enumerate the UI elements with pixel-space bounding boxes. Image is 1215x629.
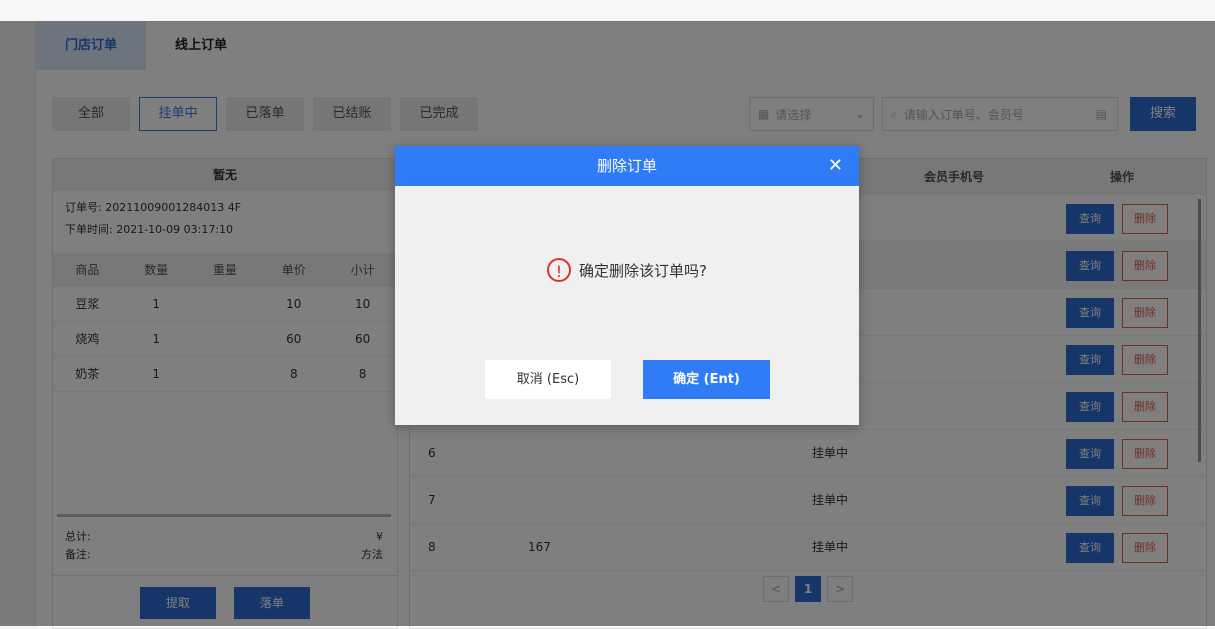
close-icon[interactable]: ✕ [828, 146, 843, 186]
top-margin [0, 0, 1215, 21]
dialog-header: 删除订单 ✕ [395, 146, 859, 186]
warning-icon: ! [547, 258, 572, 282]
dialog-message: 确定删除该订单吗? [579, 261, 707, 280]
dialog-message-row: ! 确定删除该订单吗? [395, 258, 859, 282]
dialog-title: 删除订单 [596, 157, 657, 175]
delete-order-dialog: 删除订单 ✕ ! 确定删除该订单吗? 取消 (Esc) 确定 (Ent) [395, 146, 859, 425]
cancel-button[interactable]: 取消 (Esc) [485, 360, 611, 399]
confirm-button[interactable]: 确定 (Ent) [643, 360, 770, 399]
